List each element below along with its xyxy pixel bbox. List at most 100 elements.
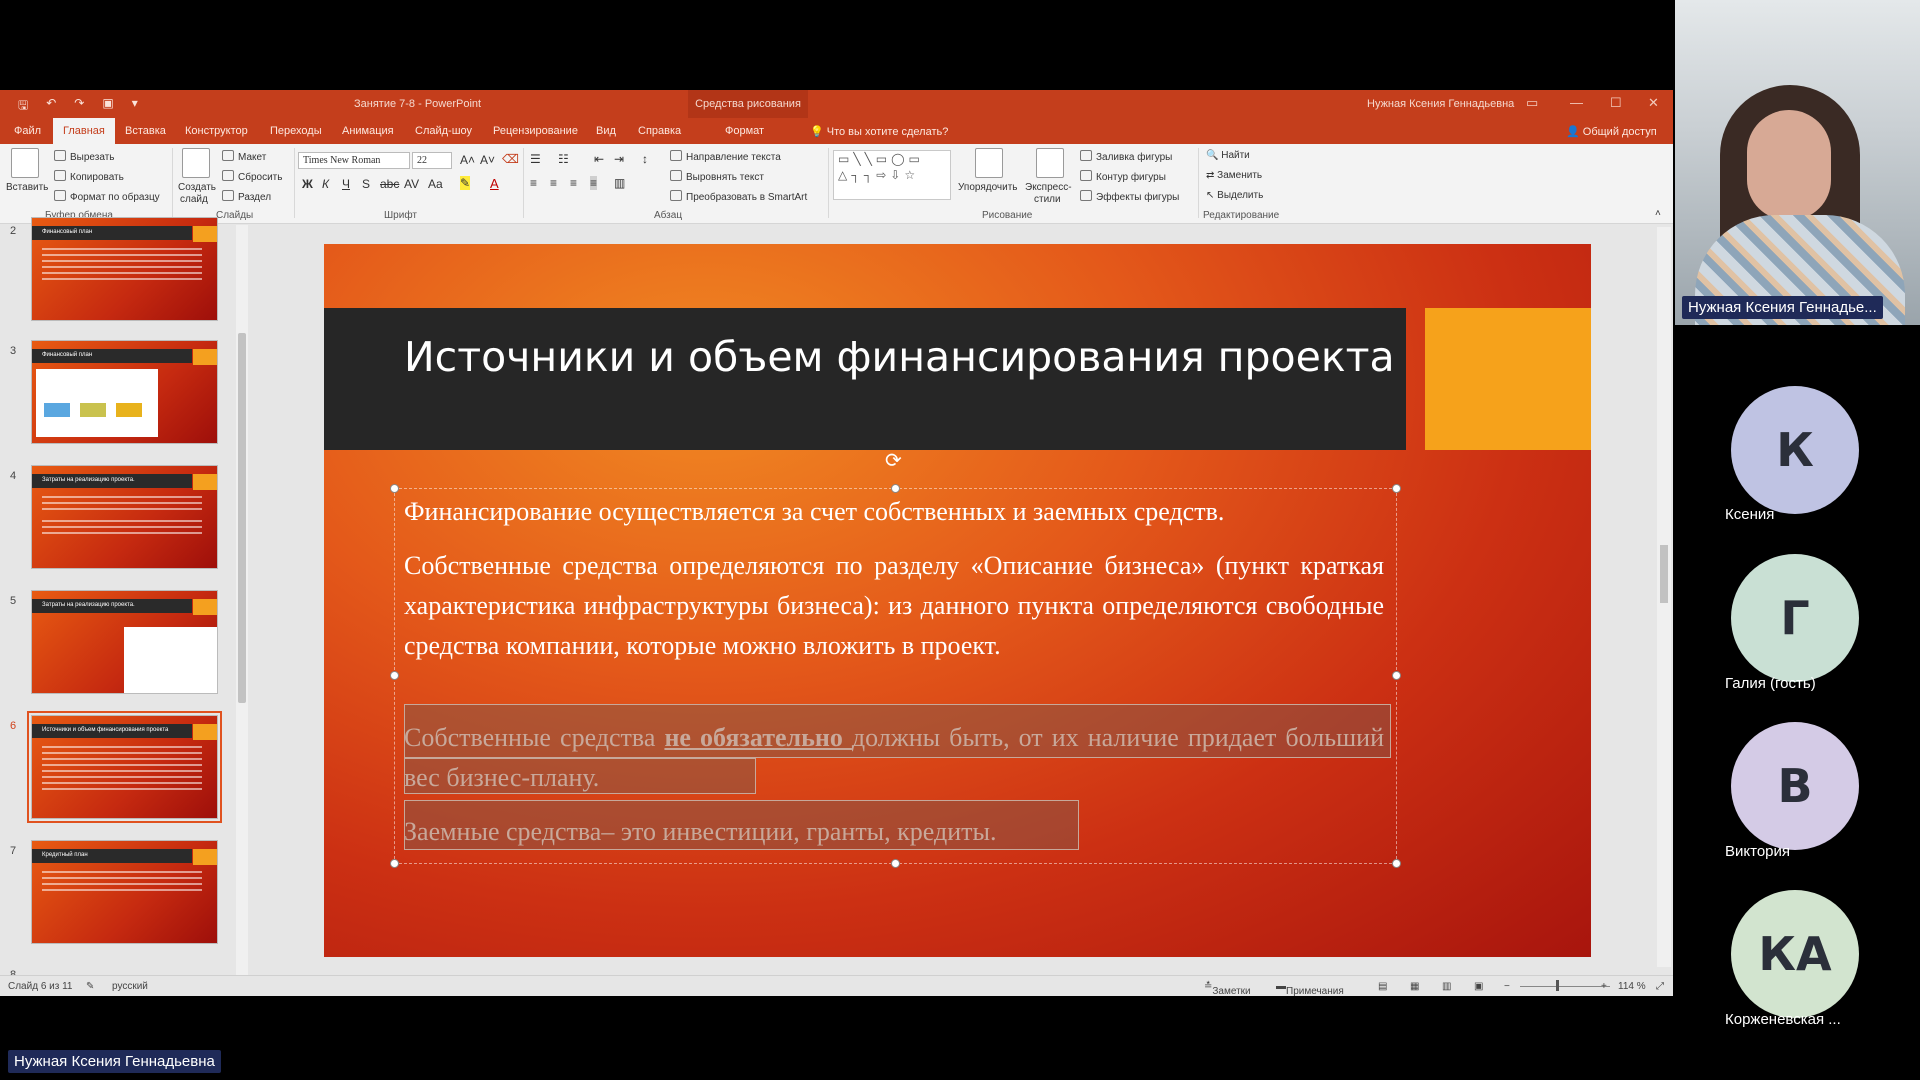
resize-handle[interactable]: [390, 484, 399, 493]
arrange-button[interactable]: Упорядочить: [958, 182, 1018, 193]
ribbon-display-icon[interactable]: ▭: [1526, 95, 1538, 111]
layout-button[interactable]: Макет: [222, 150, 266, 163]
share-button[interactable]: 👤 Общий доступ: [1566, 125, 1657, 138]
reading-view-icon[interactable]: ▥: [1442, 981, 1451, 992]
tell-me-search[interactable]: 💡 Что вы хотите сделать?: [810, 118, 948, 144]
select-button[interactable]: ↖ Выделить: [1206, 190, 1263, 201]
bullets-icon[interactable]: ☰: [530, 152, 541, 166]
find-button[interactable]: 🔍 Найти: [1206, 150, 1250, 161]
font-color-icon[interactable]: A: [490, 176, 499, 191]
new-slide-button[interactable]: Создать: [178, 182, 216, 193]
slide-title-box[interactable]: Источники и объем финансирования проекта: [324, 308, 1406, 450]
zoom-in-icon[interactable]: +: [1601, 981, 1607, 992]
zoom-slider[interactable]: [1520, 986, 1610, 987]
resize-handle[interactable]: [1392, 859, 1401, 868]
numbering-icon[interactable]: ☷: [558, 152, 569, 166]
char-spacing-icon[interactable]: AV: [404, 177, 419, 191]
tab-design[interactable]: Конструктор: [185, 118, 248, 144]
replace-button[interactable]: ⇄ Заменить: [1206, 170, 1262, 181]
resize-handle[interactable]: [1392, 671, 1401, 680]
spellcheck-icon[interactable]: ✎: [86, 981, 94, 992]
participant-avatar[interactable]: К: [1731, 386, 1859, 514]
rotate-handle-icon[interactable]: ⟳: [885, 448, 902, 473]
fit-to-window-icon[interactable]: ⤢: [1656, 981, 1664, 992]
slide-scrollbar[interactable]: [1657, 227, 1671, 967]
arrange-icon[interactable]: [975, 148, 1003, 178]
tab-slideshow[interactable]: Слайд-шоу: [415, 118, 472, 144]
participant-avatar[interactable]: Г: [1731, 554, 1859, 682]
resize-handle[interactable]: [390, 671, 399, 680]
slide-canvas[interactable]: Источники и объем финансирования проекта…: [324, 244, 1591, 957]
tab-view[interactable]: Вид: [596, 118, 616, 144]
tab-transitions[interactable]: Переходы: [270, 118, 322, 144]
shapes-gallery[interactable]: ▭╲╲▭◯▭ △┐┐⇨⇩☆: [833, 150, 951, 200]
zoom-slider-thumb[interactable]: [1556, 980, 1559, 991]
thumbnail-scrollbar[interactable]: [236, 225, 248, 975]
redo-icon[interactable]: ↷: [74, 96, 84, 117]
close-icon[interactable]: ✕: [1648, 95, 1659, 111]
smartart-button[interactable]: Преобразовать в SmartArt: [670, 190, 807, 203]
zoom-level[interactable]: 114 %: [1618, 981, 1646, 992]
save-icon[interactable]: 🖫: [18, 96, 28, 117]
columns-icon[interactable]: ▥: [614, 176, 625, 190]
undo-icon[interactable]: ↶: [46, 96, 56, 117]
normal-view-icon[interactable]: ▤: [1378, 981, 1387, 992]
slide-thumbnail-6[interactable]: Источники и объем финансирования проекта: [27, 711, 222, 823]
shrink-font-icon[interactable]: A˅: [480, 153, 495, 167]
align-center-icon[interactable]: ≡: [550, 176, 557, 190]
shape-outline-button[interactable]: Контур фигуры: [1080, 170, 1166, 183]
paste-icon[interactable]: [11, 148, 39, 178]
clear-formatting-icon[interactable]: ⌫: [502, 152, 519, 166]
presenter-video[interactable]: [1675, 0, 1920, 325]
tab-home[interactable]: Главная: [53, 118, 115, 144]
resize-handle[interactable]: [891, 859, 900, 868]
slideshow-view-icon[interactable]: ▣: [1474, 981, 1483, 992]
participant-avatar[interactable]: В: [1731, 722, 1859, 850]
strikethrough-icon[interactable]: abc: [380, 177, 399, 191]
grow-font-icon[interactable]: A˄: [460, 153, 475, 167]
notes-button[interactable]: ≛ Заметки: [1204, 981, 1251, 996]
cut-button[interactable]: Вырезать: [54, 150, 114, 163]
format-painter-button[interactable]: Формат по образцу: [54, 190, 160, 203]
tab-animations[interactable]: Анимация: [342, 118, 394, 144]
italic-icon[interactable]: К: [322, 177, 329, 191]
slide-thumbnail-2[interactable]: Финансовый план: [31, 217, 218, 321]
slide-sorter-icon[interactable]: ▦: [1410, 981, 1419, 992]
new-slide-icon[interactable]: [182, 148, 210, 178]
reset-button[interactable]: Сбросить: [222, 170, 282, 183]
align-right-icon[interactable]: ≡: [570, 176, 577, 190]
tab-help[interactable]: Справка: [638, 118, 681, 144]
justify-icon[interactable]: ≡: [590, 176, 598, 190]
font-size-select[interactable]: 22: [412, 152, 452, 169]
font-name-select[interactable]: Times New Roman: [298, 152, 410, 169]
shape-fill-button[interactable]: Заливка фигуры: [1080, 150, 1172, 163]
slide-thumbnail-4[interactable]: Затраты на реализацию проекта.: [31, 465, 218, 569]
slide-thumbnail-5[interactable]: Затраты на реализацию проекта.: [31, 590, 218, 694]
paste-button[interactable]: Вставить: [6, 182, 48, 193]
quick-styles-icon[interactable]: [1036, 148, 1064, 178]
slide-thumbnail-7[interactable]: Кредитный план: [31, 840, 218, 944]
increase-indent-icon[interactable]: ⇥: [614, 152, 624, 166]
underline-icon[interactable]: Ч: [342, 177, 350, 191]
minimize-icon[interactable]: —: [1570, 95, 1583, 110]
tab-insert[interactable]: Вставка: [125, 118, 166, 144]
section-button[interactable]: Раздел: [222, 190, 271, 203]
zoom-out-icon[interactable]: −: [1504, 981, 1510, 992]
slide-thumbnail-3[interactable]: Финансовый план: [31, 340, 218, 444]
decrease-indent-icon[interactable]: ⇤: [594, 152, 604, 166]
copy-button[interactable]: Копировать: [54, 170, 124, 183]
slideshow-start-icon[interactable]: ▣: [102, 96, 113, 117]
align-text-button[interactable]: Выровнять текст: [670, 170, 764, 183]
tab-format[interactable]: Формат: [725, 118, 764, 144]
participant-avatar[interactable]: КА: [1731, 890, 1859, 1018]
quick-styles-button[interactable]: Экспресс-: [1025, 182, 1072, 193]
align-left-icon[interactable]: ≡: [530, 176, 537, 190]
language-indicator[interactable]: русский: [112, 981, 148, 992]
bold-icon[interactable]: Ж: [302, 177, 313, 191]
comments-button[interactable]: ▬ Примечания: [1276, 981, 1344, 996]
change-case-icon[interactable]: Aa: [428, 177, 443, 191]
collapse-ribbon-icon[interactable]: ˄: [1655, 208, 1661, 219]
highlight-icon[interactable]: ✎: [460, 176, 471, 190]
user-name[interactable]: Нужная Ксения Геннадьевна: [1367, 98, 1514, 110]
tab-file[interactable]: Файл: [14, 118, 41, 144]
